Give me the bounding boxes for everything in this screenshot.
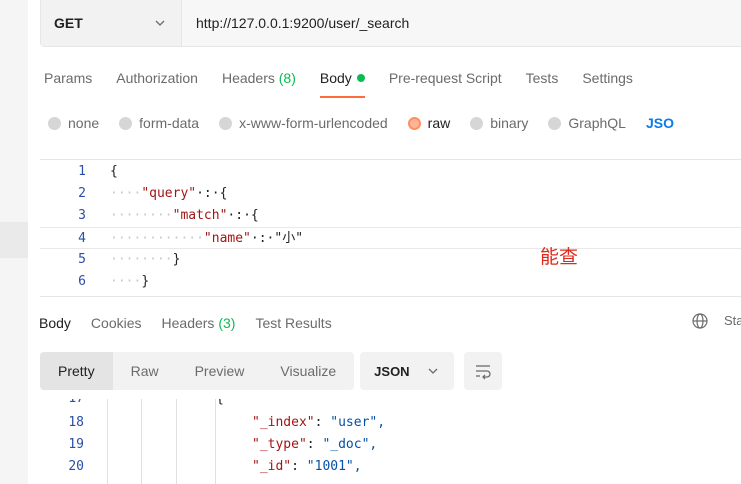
tab-authorization[interactable]: Authorization	[116, 66, 198, 96]
editor-line-current: 4 ············"name"·:·"小"	[40, 227, 741, 249]
tab-body[interactable]: Body	[319, 66, 365, 98]
body-type-options: none form-data x-www-form-urlencoded raw…	[48, 112, 694, 134]
radio-raw-label: raw	[427, 115, 451, 131]
view-preview-button[interactable]: Preview	[177, 352, 263, 390]
url-input[interactable]: http://127.0.0.1:9200/user/_search	[182, 0, 741, 46]
line-number: 17	[28, 399, 84, 410]
line-text: {	[110, 164, 118, 179]
radio-circle-icon	[548, 116, 562, 130]
line-text: ····}	[110, 274, 150, 289]
chevron-down-icon	[428, 368, 438, 374]
tab-response-body[interactable]: Body	[39, 312, 71, 336]
editor-line: 1{	[40, 161, 741, 183]
tab-headers[interactable]: Headers (8)	[222, 66, 296, 96]
wrap-lines-icon	[476, 365, 491, 380]
line-number: 2	[78, 186, 86, 201]
tab-headers-label: Headers	[221, 70, 275, 86]
radio-binary[interactable]: binary	[470, 115, 528, 131]
radio-none[interactable]: none	[48, 115, 99, 131]
format-label: JSON	[374, 363, 410, 379]
view-raw-button[interactable]: Raw	[113, 352, 177, 390]
radio-urlencoded[interactable]: x-www-form-urlencoded	[219, 115, 388, 131]
line-number: 20	[68, 459, 84, 474]
radio-graphql[interactable]: GraphQL	[548, 115, 626, 131]
radio-binary-label: binary	[490, 115, 529, 131]
radio-circle-icon	[119, 116, 133, 130]
radio-circle-icon	[470, 116, 484, 130]
language-select[interactable]: JSO	[646, 115, 674, 131]
line-number: 3	[78, 208, 86, 223]
sidebar-strip	[0, 0, 28, 484]
response-line: 19 "_type": "_doc",	[28, 434, 741, 456]
headers-count: (8)	[278, 70, 296, 86]
radio-graphql-label: GraphQL	[568, 115, 626, 131]
globe-icon[interactable]	[691, 312, 709, 330]
line-number: 1	[78, 164, 86, 179]
editor-line: 5 ········}	[40, 249, 741, 271]
editor-line: 3 ········"match"·:·{	[40, 205, 741, 227]
tab-cookies[interactable]: Cookies	[91, 312, 142, 336]
request-body-editor[interactable]: 1{ 2 ····"query"·:·{ 3 ········"match"·:·{…	[40, 159, 741, 297]
chevron-down-icon	[155, 20, 165, 26]
editor-line: 6 ····}	[40, 271, 741, 293]
tab-prerequest-script[interactable]: Pre-request Script	[389, 66, 502, 96]
line-number: 19	[68, 437, 84, 452]
method-select[interactable]: GET	[41, 0, 182, 46]
radio-raw[interactable]: raw	[407, 115, 451, 131]
radio-urlencoded-label: x-www-form-urlencoded	[239, 115, 388, 131]
modified-dot-icon	[356, 74, 365, 82]
sidebar-selected-item[interactable]	[0, 222, 28, 258]
radio-circle-icon	[219, 116, 233, 130]
view-visualize-button[interactable]: Visualize	[262, 352, 354, 390]
line-text: ········"match"·:·{	[110, 208, 259, 223]
line-text: {	[216, 399, 224, 410]
tab-tests[interactable]: Tests	[526, 66, 559, 96]
line-text: "_index": "user",	[252, 415, 386, 430]
format-select[interactable]: JSON	[360, 352, 455, 390]
radio-form-data[interactable]: form-data	[119, 115, 199, 131]
tab-response-headers[interactable]: Headers (3)	[162, 312, 236, 336]
tab-body-label: Body	[319, 70, 352, 86]
request-tabs: Params Authorization Headers (8) Body Pr…	[44, 66, 657, 98]
url-text: http://127.0.0.1:9200/user/_search	[196, 15, 410, 31]
view-mode-group: Pretty Raw Preview Visualize	[40, 352, 355, 390]
tab-response-headers-label: Headers	[161, 315, 215, 331]
line-number: 18	[68, 415, 84, 430]
line-text: ········}	[110, 252, 181, 267]
radio-selected-icon	[407, 116, 421, 130]
tab-test-results[interactable]: Test Results	[255, 312, 331, 336]
line-text: ····"query"·:·{	[110, 186, 228, 201]
response-line: 18 "_index": "user",	[28, 412, 741, 434]
tab-params[interactable]: Params	[44, 66, 92, 96]
radio-none-label: none	[68, 115, 100, 131]
response-line: 20 "_id": "1001",	[28, 456, 741, 478]
line-number: 5	[78, 252, 86, 267]
response-headers-count: (3)	[218, 315, 236, 331]
line-number: 6	[78, 274, 86, 289]
radio-circle-icon	[48, 116, 61, 130]
view-pretty-button[interactable]: Pretty	[40, 352, 113, 390]
line-text: "_type": "_doc",	[252, 437, 378, 452]
response-body-viewer[interactable]: 17 { 18 "_index": "user", 19 "_type": "_doc…	[28, 399, 741, 484]
editor-line: 2 ····"query"·:·{	[40, 183, 741, 205]
response-line: 17 {	[28, 399, 741, 410]
line-text: ············"name"·:·"小"	[110, 231, 304, 246]
line-number: 4	[78, 231, 86, 246]
url-bar: GET http://127.0.0.1:9200/user/_search	[40, 0, 741, 47]
request-workspace: GET http://127.0.0.1:9200/user/_search P…	[28, 0, 741, 484]
wrap-lines-button[interactable]	[464, 352, 503, 390]
tab-settings[interactable]: Settings	[582, 66, 633, 96]
response-toolbar: Pretty Raw Preview Visualize JSON	[40, 352, 503, 390]
method-label: GET	[54, 15, 83, 31]
radio-form-data-label: form-data	[139, 115, 200, 131]
line-text: "_id": "1001",	[252, 459, 362, 474]
response-tabs: Body Cookies Headers (3) Test Results	[39, 312, 352, 336]
annotation-text: 能查	[540, 246, 579, 268]
response-status: Sta	[724, 313, 741, 328]
